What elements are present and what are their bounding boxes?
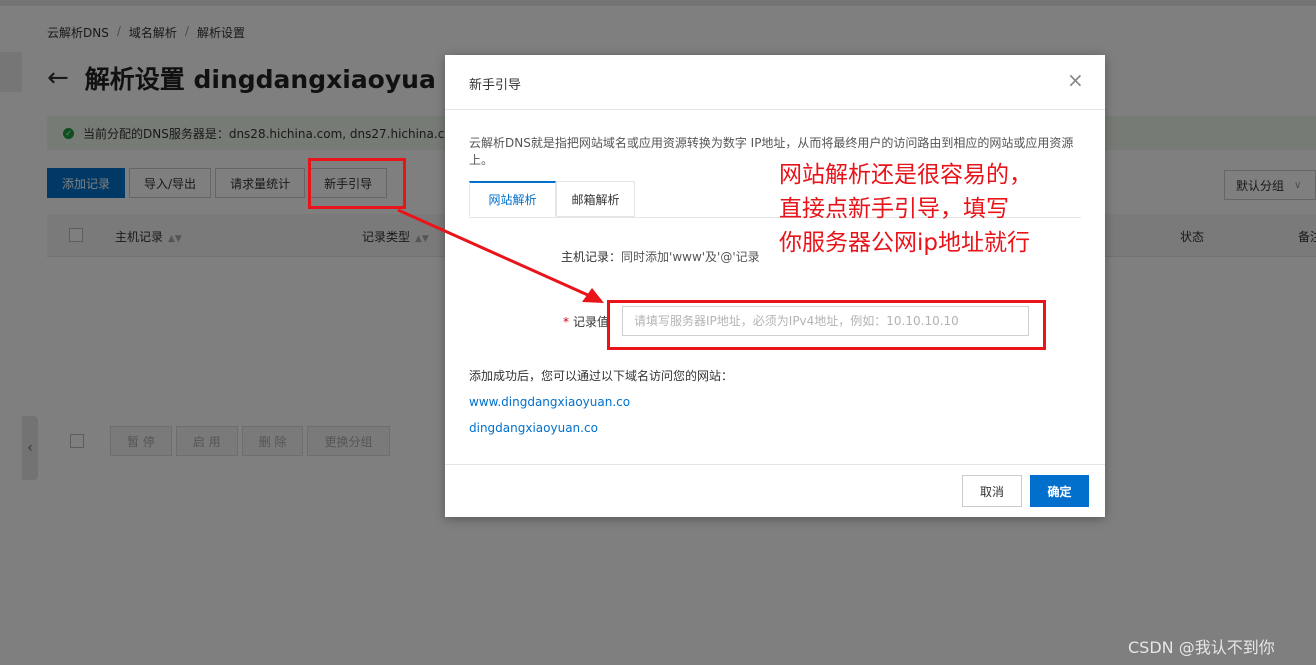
tab-email-resolve[interactable]: 邮箱解析 <box>556 181 635 217</box>
annotation-highlight-guide-button <box>308 158 406 209</box>
confirm-button[interactable]: 确定 <box>1030 475 1089 507</box>
host-record-hint: 同时添加'www'及'@'记录 <box>621 250 760 264</box>
annotation-note: 网站解析还是很容易的， 直接点新手引导，填写 你服务器公网ip地址就行 <box>779 162 1032 256</box>
dialog-header: 新手引导 × <box>445 55 1105 110</box>
required-star: * <box>563 315 569 329</box>
website-link-root[interactable]: dingdangxiaoyuan.co <box>469 421 598 435</box>
record-value-label: 记录值 <box>573 315 610 329</box>
annotation-highlight-ip-input <box>607 300 1046 350</box>
csdn-watermark: CSDN @我认不到你 <box>1128 638 1275 657</box>
beginner-guide-dialog: 新手引导 × 云解析DNS就是指把网站域名或应用资源转换为数字 IP地址，从而将… <box>445 55 1105 517</box>
website-link-www[interactable]: www.dingdangxiaoyuan.co <box>469 395 630 409</box>
host-record-row: 主机记录：同时添加'www'及'@'记录 <box>561 248 760 265</box>
dialog-title: 新手引导 <box>469 78 522 93</box>
cancel-button[interactable]: 取消 <box>962 475 1022 507</box>
record-value-label-wrap: * 记录值 <box>563 313 609 330</box>
close-icon[interactable]: × <box>1067 70 1084 90</box>
dialog-footer: 取消 确定 <box>445 464 1105 518</box>
host-record-label: 主机记录： <box>561 250 622 264</box>
success-note: 添加成功后，您可以通过以下域名访问您的网站： <box>469 369 734 383</box>
tab-website-resolve[interactable]: 网站解析 <box>469 181 556 217</box>
